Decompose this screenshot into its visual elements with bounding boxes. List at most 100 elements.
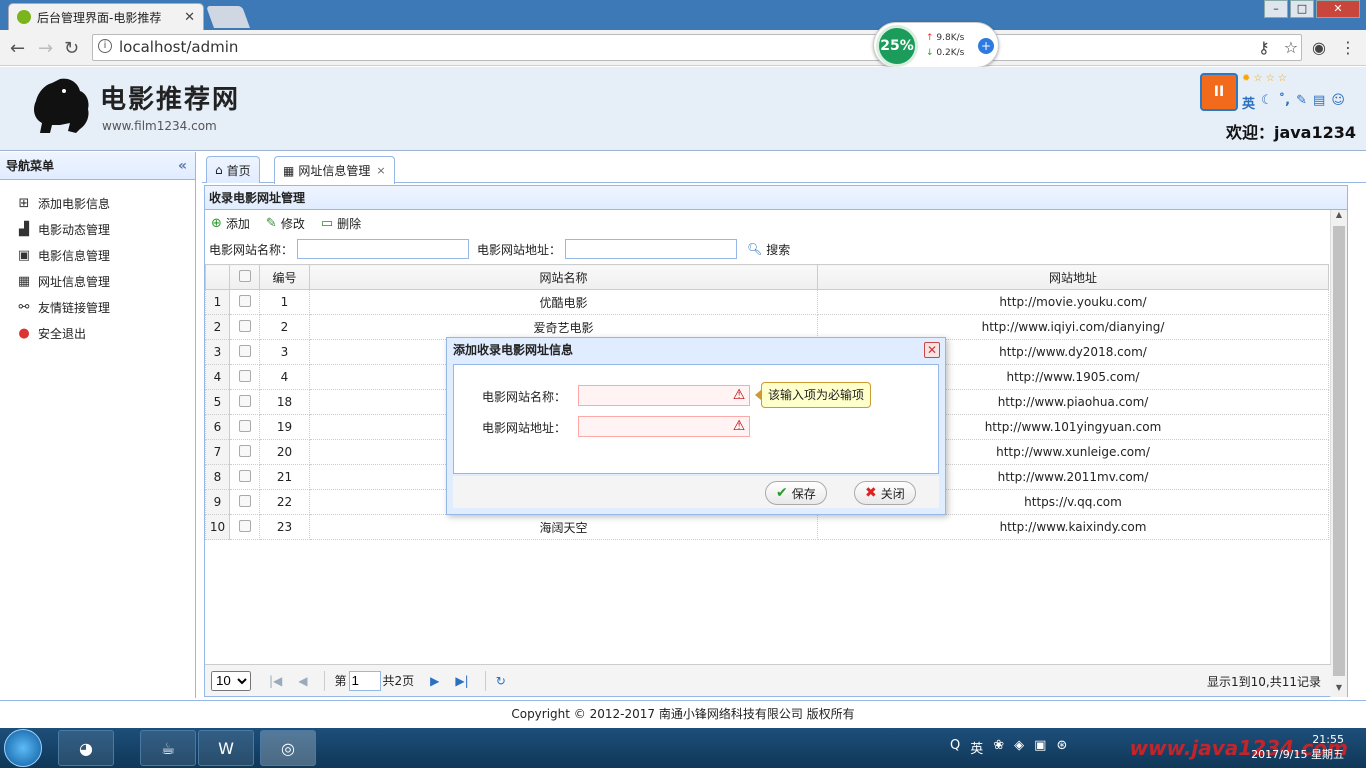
row-checkbox-cell[interactable] <box>229 489 260 515</box>
menu-item-movie-info[interactable]: ▣ 电影信息管理 <box>0 242 195 268</box>
pause-icon[interactable]: II <box>1200 73 1238 111</box>
tab-close-icon[interactable]: × <box>376 164 385 177</box>
taskbar-app-javaee[interactable]: ☕ <box>140 730 196 766</box>
row-checkbox-cell[interactable] <box>229 364 260 390</box>
edit-button[interactable]: ✎ 修改 <box>266 215 305 232</box>
row-number: 1 <box>205 289 230 315</box>
extension-icon[interactable]: ◉ <box>1312 38 1326 57</box>
page-number-input[interactable] <box>348 670 381 691</box>
row-checkbox-cell[interactable] <box>229 414 260 440</box>
network-speed-widget[interactable]: 25% ↑ 9.8K/s ↓ 0.2K/s + <box>873 22 999 68</box>
reload-icon[interactable]: ↻ <box>64 38 79 59</box>
row-checkbox[interactable] <box>238 319 251 332</box>
menu-item-links[interactable]: ⚯ 友情链接管理 <box>0 294 195 320</box>
row-checkbox[interactable] <box>238 444 251 457</box>
menu-item-movie-dynamic[interactable]: ▟ 电影动态管理 <box>0 216 195 242</box>
table-row[interactable]: 10 23 海阔天空 http://www.kaixindy.com <box>205 514 1329 540</box>
select-all-header[interactable] <box>229 264 260 290</box>
table-row[interactable]: 1 1 优酷电影 http://movie.youku.com/ <box>205 289 1329 315</box>
smiley-icon[interactable]: ☺ <box>1331 93 1345 112</box>
new-tab-button[interactable] <box>205 6 251 28</box>
lang-toggle[interactable]: 英 <box>1242 93 1255 112</box>
tray-icon[interactable]: ❀ <box>993 738 1004 757</box>
add-button[interactable]: ⊕ 添加 <box>211 215 250 232</box>
page-size-select[interactable]: 10 <box>211 670 251 691</box>
menu-item-url-info[interactable]: ▦ 网址信息管理 <box>0 268 195 294</box>
plus-icon[interactable]: + <box>978 38 994 54</box>
menu-item-add-movie[interactable]: ⊞ 添加电影信息 <box>0 190 195 216</box>
menu-item-logout[interactable]: ● 安全退出 <box>0 320 195 346</box>
delete-button[interactable]: ▭ 删除 <box>321 215 361 232</box>
search-url-input[interactable] <box>565 239 738 259</box>
forward-icon[interactable]: → <box>38 38 53 59</box>
browser-tab[interactable]: 后台管理界面-电影推荐 ✕ <box>8 3 204 30</box>
refresh-icon[interactable]: ↻ <box>496 674 506 688</box>
column-header-url[interactable]: 网站地址 <box>817 264 1329 290</box>
clock-date: 2017/9/15 星期五 <box>1251 748 1344 761</box>
row-checkbox-cell[interactable] <box>229 514 260 540</box>
tab-close-icon[interactable]: ✕ <box>184 10 195 25</box>
minimize-button[interactable]: – <box>1264 0 1288 18</box>
moon-icon[interactable]: ☾ <box>1261 93 1273 112</box>
clipboard-icon[interactable]: ▤ <box>1313 93 1325 112</box>
row-checkbox[interactable] <box>238 394 251 407</box>
row-checkbox-cell[interactable] <box>229 389 260 415</box>
maximize-button[interactable]: □ <box>1290 0 1314 18</box>
collapse-icon[interactable]: « <box>178 152 187 180</box>
dialog-close-icon[interactable]: ✕ <box>924 342 940 358</box>
row-checkbox[interactable] <box>238 469 251 482</box>
taskbar-app-chrome[interactable]: ◎ <box>260 730 316 766</box>
taskbar-app-photos[interactable]: ◕ <box>58 730 114 766</box>
url-input[interactable]: localhost/admin <box>92 34 1302 61</box>
search-button[interactable]: 🔍︎ 搜索 <box>747 241 790 258</box>
save-button[interactable]: ✔ 保存 <box>765 481 827 505</box>
column-header-id[interactable]: 编号 <box>259 264 310 290</box>
row-checkbox[interactable] <box>238 494 251 507</box>
key-icon[interactable]: ⚷ <box>1258 38 1270 57</box>
row-checkbox[interactable] <box>238 344 251 357</box>
wrench-icon[interactable]: ✎ <box>1296 93 1307 112</box>
table-row[interactable]: 2 2 爱奇艺电影 http://www.iqiyi.com/dianying/ <box>205 314 1329 340</box>
row-checkbox[interactable] <box>238 519 251 532</box>
prev-page-icon[interactable]: ◀ <box>298 674 307 688</box>
warning-icon: ⚠ <box>732 418 746 434</box>
row-checkbox-cell[interactable] <box>229 339 260 365</box>
next-page-icon[interactable]: ▶ <box>430 674 439 688</box>
tray-lang[interactable]: 英 <box>970 738 983 757</box>
last-page-icon[interactable]: ▶| <box>455 674 468 688</box>
info-icon[interactable]: i <box>98 39 112 53</box>
tray-icon[interactable]: ⊛ <box>1056 738 1067 757</box>
column-header-name[interactable]: 网站名称 <box>309 264 818 290</box>
tray-icon[interactable]: ▣ <box>1034 738 1046 757</box>
search-name-input[interactable] <box>297 239 470 259</box>
site-name-input[interactable]: ⚠ <box>578 385 750 406</box>
search-icon[interactable]: Q <box>950 738 960 757</box>
close-button[interactable]: ✖ 关闭 <box>854 481 916 505</box>
window-close-button[interactable]: ✕ <box>1316 0 1360 18</box>
row-checkbox-cell[interactable] <box>229 314 260 340</box>
scroll-thumb[interactable] <box>1333 226 1345 676</box>
tab-url-info[interactable]: ▦ 网址信息管理 × <box>274 156 395 184</box>
taskbar-app-wps[interactable]: W <box>198 730 254 766</box>
first-page-icon[interactable]: |◀ <box>269 674 282 688</box>
scroll-up-icon[interactable]: ▲ <box>1331 210 1347 224</box>
scroll-down-icon[interactable]: ▼ <box>1331 683 1347 697</box>
row-checkbox[interactable] <box>238 369 251 382</box>
row-checkbox-cell[interactable] <box>229 289 260 315</box>
start-button[interactable] <box>4 729 42 767</box>
row-checkbox[interactable] <box>238 419 251 432</box>
site-url-input[interactable]: ⚠ <box>578 416 750 437</box>
select-all-checkbox[interactable] <box>238 269 251 282</box>
row-checkbox[interactable] <box>238 294 251 307</box>
bookmark-star-icon[interactable]: ☆ <box>1284 38 1298 57</box>
vertical-scrollbar[interactable]: ▲ ▼ <box>1330 210 1347 697</box>
punctuation-icon[interactable]: ˚, <box>1279 93 1290 112</box>
row-checkbox-cell[interactable] <box>229 439 260 465</box>
clock[interactable]: 21:55 2017/9/15 星期五 <box>1251 732 1344 762</box>
back-icon[interactable]: ← <box>10 38 25 59</box>
tab-strip: ⌂ 首页 ▦ 网址信息管理 × <box>202 152 1366 184</box>
tray-icon[interactable]: ◈ <box>1014 738 1024 757</box>
tab-home[interactable]: ⌂ 首页 <box>206 156 260 183</box>
row-checkbox-cell[interactable] <box>229 464 260 490</box>
menu-icon[interactable]: ⋮ <box>1340 38 1356 57</box>
